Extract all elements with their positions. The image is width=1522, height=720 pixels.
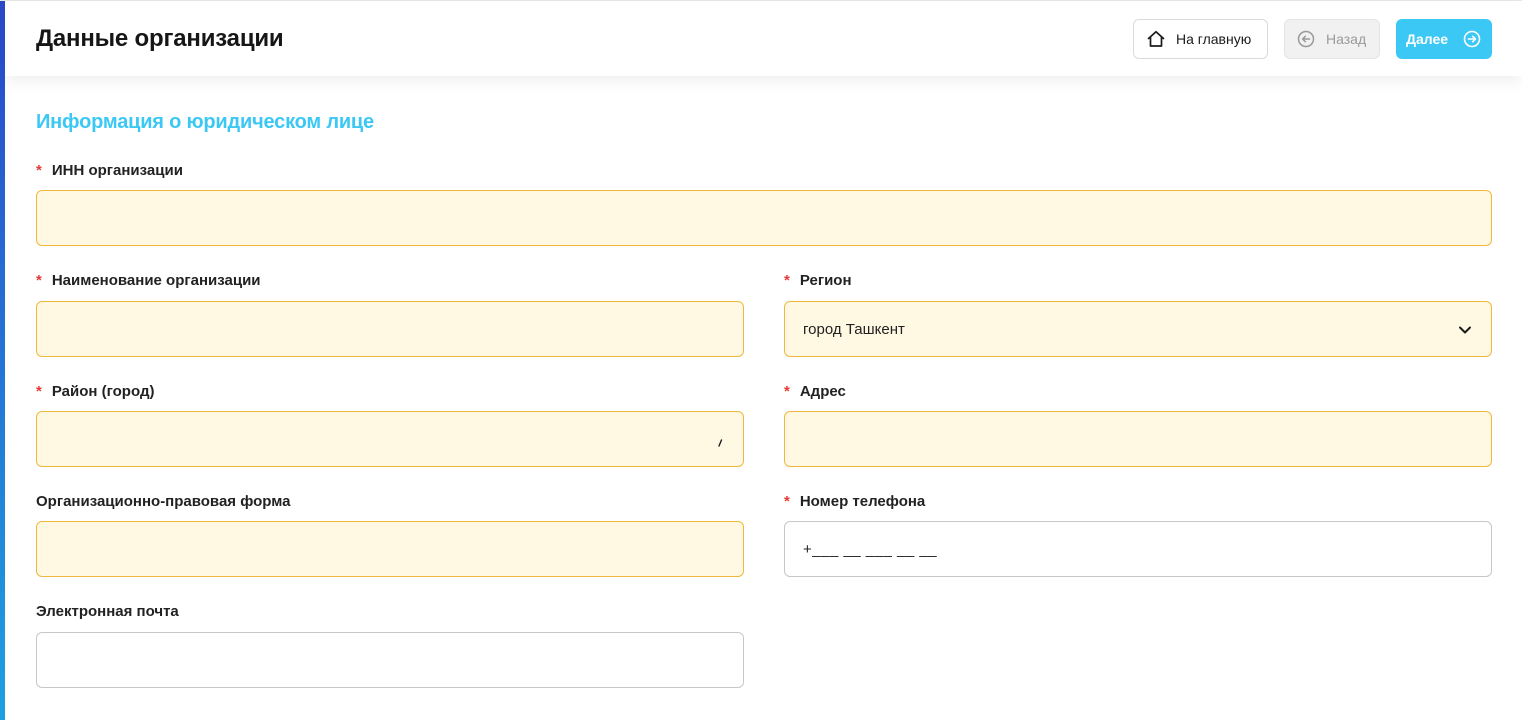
- address-label: * Адрес: [784, 383, 846, 400]
- back-button[interactable]: Назад: [1284, 19, 1380, 59]
- next-button[interactable]: Далее: [1396, 19, 1492, 59]
- required-marker: *: [784, 272, 790, 289]
- district-label-text: Район (город): [51, 383, 155, 400]
- address-input[interactable]: [784, 411, 1492, 467]
- legal-form-select[interactable]: [36, 521, 744, 577]
- arrow-right-circle-icon: [1462, 29, 1482, 49]
- chevron-down-icon: [1457, 322, 1473, 342]
- legal-form-label-text: Организационно-правовая форма: [36, 493, 291, 510]
- required-marker: *: [36, 272, 42, 289]
- inn-label: * ИНН организации: [36, 162, 183, 179]
- required-marker: *: [784, 493, 790, 510]
- org-name-label: * Наименование организации: [36, 272, 261, 289]
- district-select[interactable]: [36, 411, 744, 467]
- email-label: Электронная почта: [36, 603, 179, 620]
- region-label: * Регион: [784, 272, 852, 289]
- district-label: * Район (город): [36, 383, 154, 400]
- phone-label-text: Номер телефона: [799, 493, 926, 510]
- region-label-text: Регион: [799, 272, 852, 289]
- org-name-input[interactable]: [36, 301, 744, 357]
- section-title: Информация о юридическом лице: [36, 111, 374, 133]
- page-header: Данные организации На главную Назад Дале…: [5, 1, 1522, 76]
- required-marker: *: [36, 162, 42, 179]
- home-button-label: На главную: [1176, 31, 1252, 47]
- email-label-text: Электронная почта: [36, 603, 179, 620]
- email-input[interactable]: [36, 632, 744, 688]
- address-label-text: Адрес: [799, 383, 846, 400]
- legal-form-label: Организационно-правовая форма: [36, 493, 291, 510]
- back-button-label: Назад: [1326, 31, 1367, 47]
- next-button-label: Далее: [1406, 31, 1449, 47]
- required-marker: *: [36, 383, 42, 400]
- phone-input-value: +___ __ ___ __ __: [803, 540, 938, 558]
- phone-label: * Номер телефона: [784, 493, 925, 510]
- dropdown-indicator-icon: [717, 434, 723, 450]
- inn-input[interactable]: [36, 190, 1492, 246]
- org-name-label-text: Наименование организации: [51, 272, 261, 289]
- required-marker: *: [784, 383, 790, 400]
- phone-input[interactable]: +___ __ ___ __ __: [784, 521, 1492, 577]
- region-select-value: город Ташкент: [803, 320, 905, 338]
- home-button[interactable]: На главную: [1133, 19, 1268, 59]
- left-accent-bar: [0, 0, 5, 720]
- inn-label-text: ИНН организации: [51, 162, 183, 179]
- region-select[interactable]: город Ташкент: [784, 301, 1492, 357]
- page-title: Данные организации: [36, 25, 284, 52]
- arrow-left-circle-icon: [1296, 29, 1316, 49]
- home-icon: [1146, 29, 1166, 49]
